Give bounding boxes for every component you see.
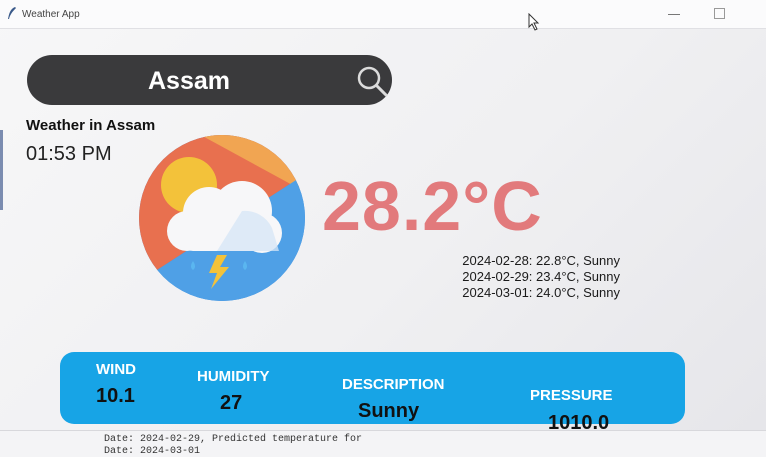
wind-value: 10.1 [96,385,135,407]
forecast-list: 2024-02-28: 22.8°C, Sunny 2024-02-29: 23… [440,253,620,301]
console-line: Date: 2024-03-01 [104,446,201,457]
forecast-item: 2024-02-28: 22.8°C, Sunny [462,253,620,268]
title-bar: Weather App [0,0,766,31]
forecast-item: 2024-03-01: 24.0°C, Sunny [462,285,620,300]
mouse-cursor-icon [528,13,540,31]
location-heading: Weather in Assam [26,117,156,134]
humidity-label: HUMIDITY [197,368,270,385]
minimize-button[interactable] [660,4,690,24]
pressure-label: PRESSURE [530,387,613,404]
sun-cloud-rain-lightning-icon [139,135,305,301]
console-line: Date: 2024-02-29, Predicted temperature … [104,434,363,445]
console-output: Date: 2024-02-29, Predicted temperature … [0,430,766,457]
feather-icon [8,7,16,19]
forecast-item: 2024-02-29: 23.4°C, Sunny [462,269,620,284]
local-time: 01:53 PM [26,143,112,165]
current-temperature: 28.2°C [322,167,543,245]
app-window: Weather App Weather in Assam 01:53 PM [0,0,766,434]
humidity-value: 27 [220,392,243,414]
background-window-edge [0,130,3,210]
description-label: DESCRIPTION [342,376,445,393]
maximize-button[interactable] [706,4,736,24]
wind-label: WIND [96,361,136,378]
search-input[interactable] [47,63,331,99]
description-value: Sunny [358,400,420,422]
search-icon[interactable] [355,64,389,98]
weather-info-panel: WIND 10.1 HUMIDITY 27 DESCRIPTION Sunny … [60,352,685,434]
search-bar [27,55,392,105]
window-title: Weather App [22,9,80,20]
